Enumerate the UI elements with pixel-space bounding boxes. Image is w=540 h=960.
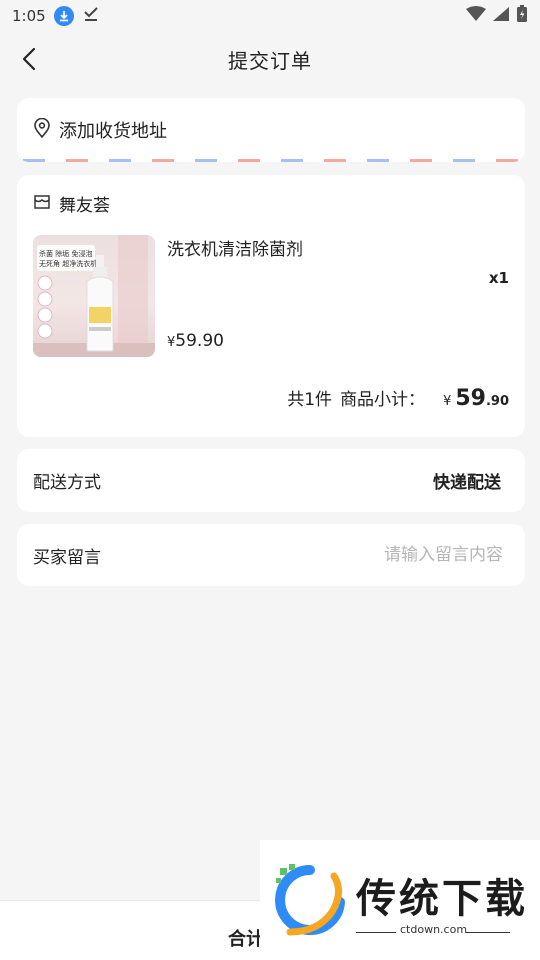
watermark-url: ctdown.com	[400, 923, 468, 936]
add-address-label: 添加收货地址	[59, 121, 167, 142]
buyer-message-label: 买家留言	[33, 547, 101, 568]
product-quantity: x1	[488, 269, 509, 287]
chevron-left-icon	[22, 47, 36, 71]
address-envelope-stripe	[23, 159, 519, 162]
item-count: 共1件	[287, 390, 333, 410]
watermark-logo	[275, 864, 345, 936]
shop-name: 舞友荟	[59, 196, 110, 216]
wifi-icon	[466, 6, 486, 26]
watermark-line-left	[356, 932, 396, 933]
product-image-caption-1: 杀菌 除垢 免浸泡	[39, 249, 92, 258]
add-address-row[interactable]: 添加收货地址	[17, 98, 525, 162]
shipping-value: 快递配送	[433, 473, 501, 493]
signal-icon	[492, 6, 510, 26]
shipping-method-row[interactable]: 配送方式 快递配送	[17, 449, 525, 512]
subtotal-decimal: .90	[485, 394, 509, 409]
watermark-line-right	[466, 932, 510, 933]
price-value: 59.90	[175, 331, 224, 351]
subtotal-integer: 59	[455, 386, 486, 411]
status-bar: 1:05	[0, 0, 540, 32]
watermark-overlay: 传统下载 ctdown.com	[260, 840, 540, 960]
download-icon	[53, 6, 74, 26]
product-price: ¥59.90	[167, 331, 224, 351]
product-name[interactable]: 洗衣机清洁除菌剂	[167, 235, 303, 260]
checkmark-icon	[82, 6, 100, 26]
shipping-label: 配送方式	[33, 473, 101, 493]
watermark-brand: 传统下载	[356, 876, 528, 922]
back-button[interactable]	[14, 44, 44, 74]
total-label: 合计	[228, 929, 264, 950]
battery-icon	[516, 5, 528, 27]
store-icon	[33, 194, 51, 214]
shop-header[interactable]: 舞友荟	[33, 191, 110, 216]
navigation-header: 提交订单	[0, 38, 540, 80]
shop-order-card: 舞友荟 杀菌 除垢 免浸泡 无死角 超净洗衣机 洗衣机清洁除菌剂 x1 ¥59.…	[17, 175, 525, 437]
buyer-message-row: 买家留言	[17, 524, 525, 586]
product-image[interactable]: 杀菌 除垢 免浸泡 无死角 超净洗衣机	[33, 235, 155, 357]
order-subtotal: 共1件 商品小计： ¥ 59 .90	[287, 385, 509, 411]
subtotal-currency: ¥	[443, 394, 452, 409]
location-pin-icon	[33, 117, 51, 142]
product-image-caption-2: 无死角 超净洗衣机	[39, 259, 97, 268]
buyer-message-input[interactable]	[283, 545, 503, 565]
page-title: 提交订单	[228, 48, 312, 73]
status-time: 1:05	[12, 7, 46, 25]
subtotal-label: 商品小计：	[340, 390, 426, 410]
